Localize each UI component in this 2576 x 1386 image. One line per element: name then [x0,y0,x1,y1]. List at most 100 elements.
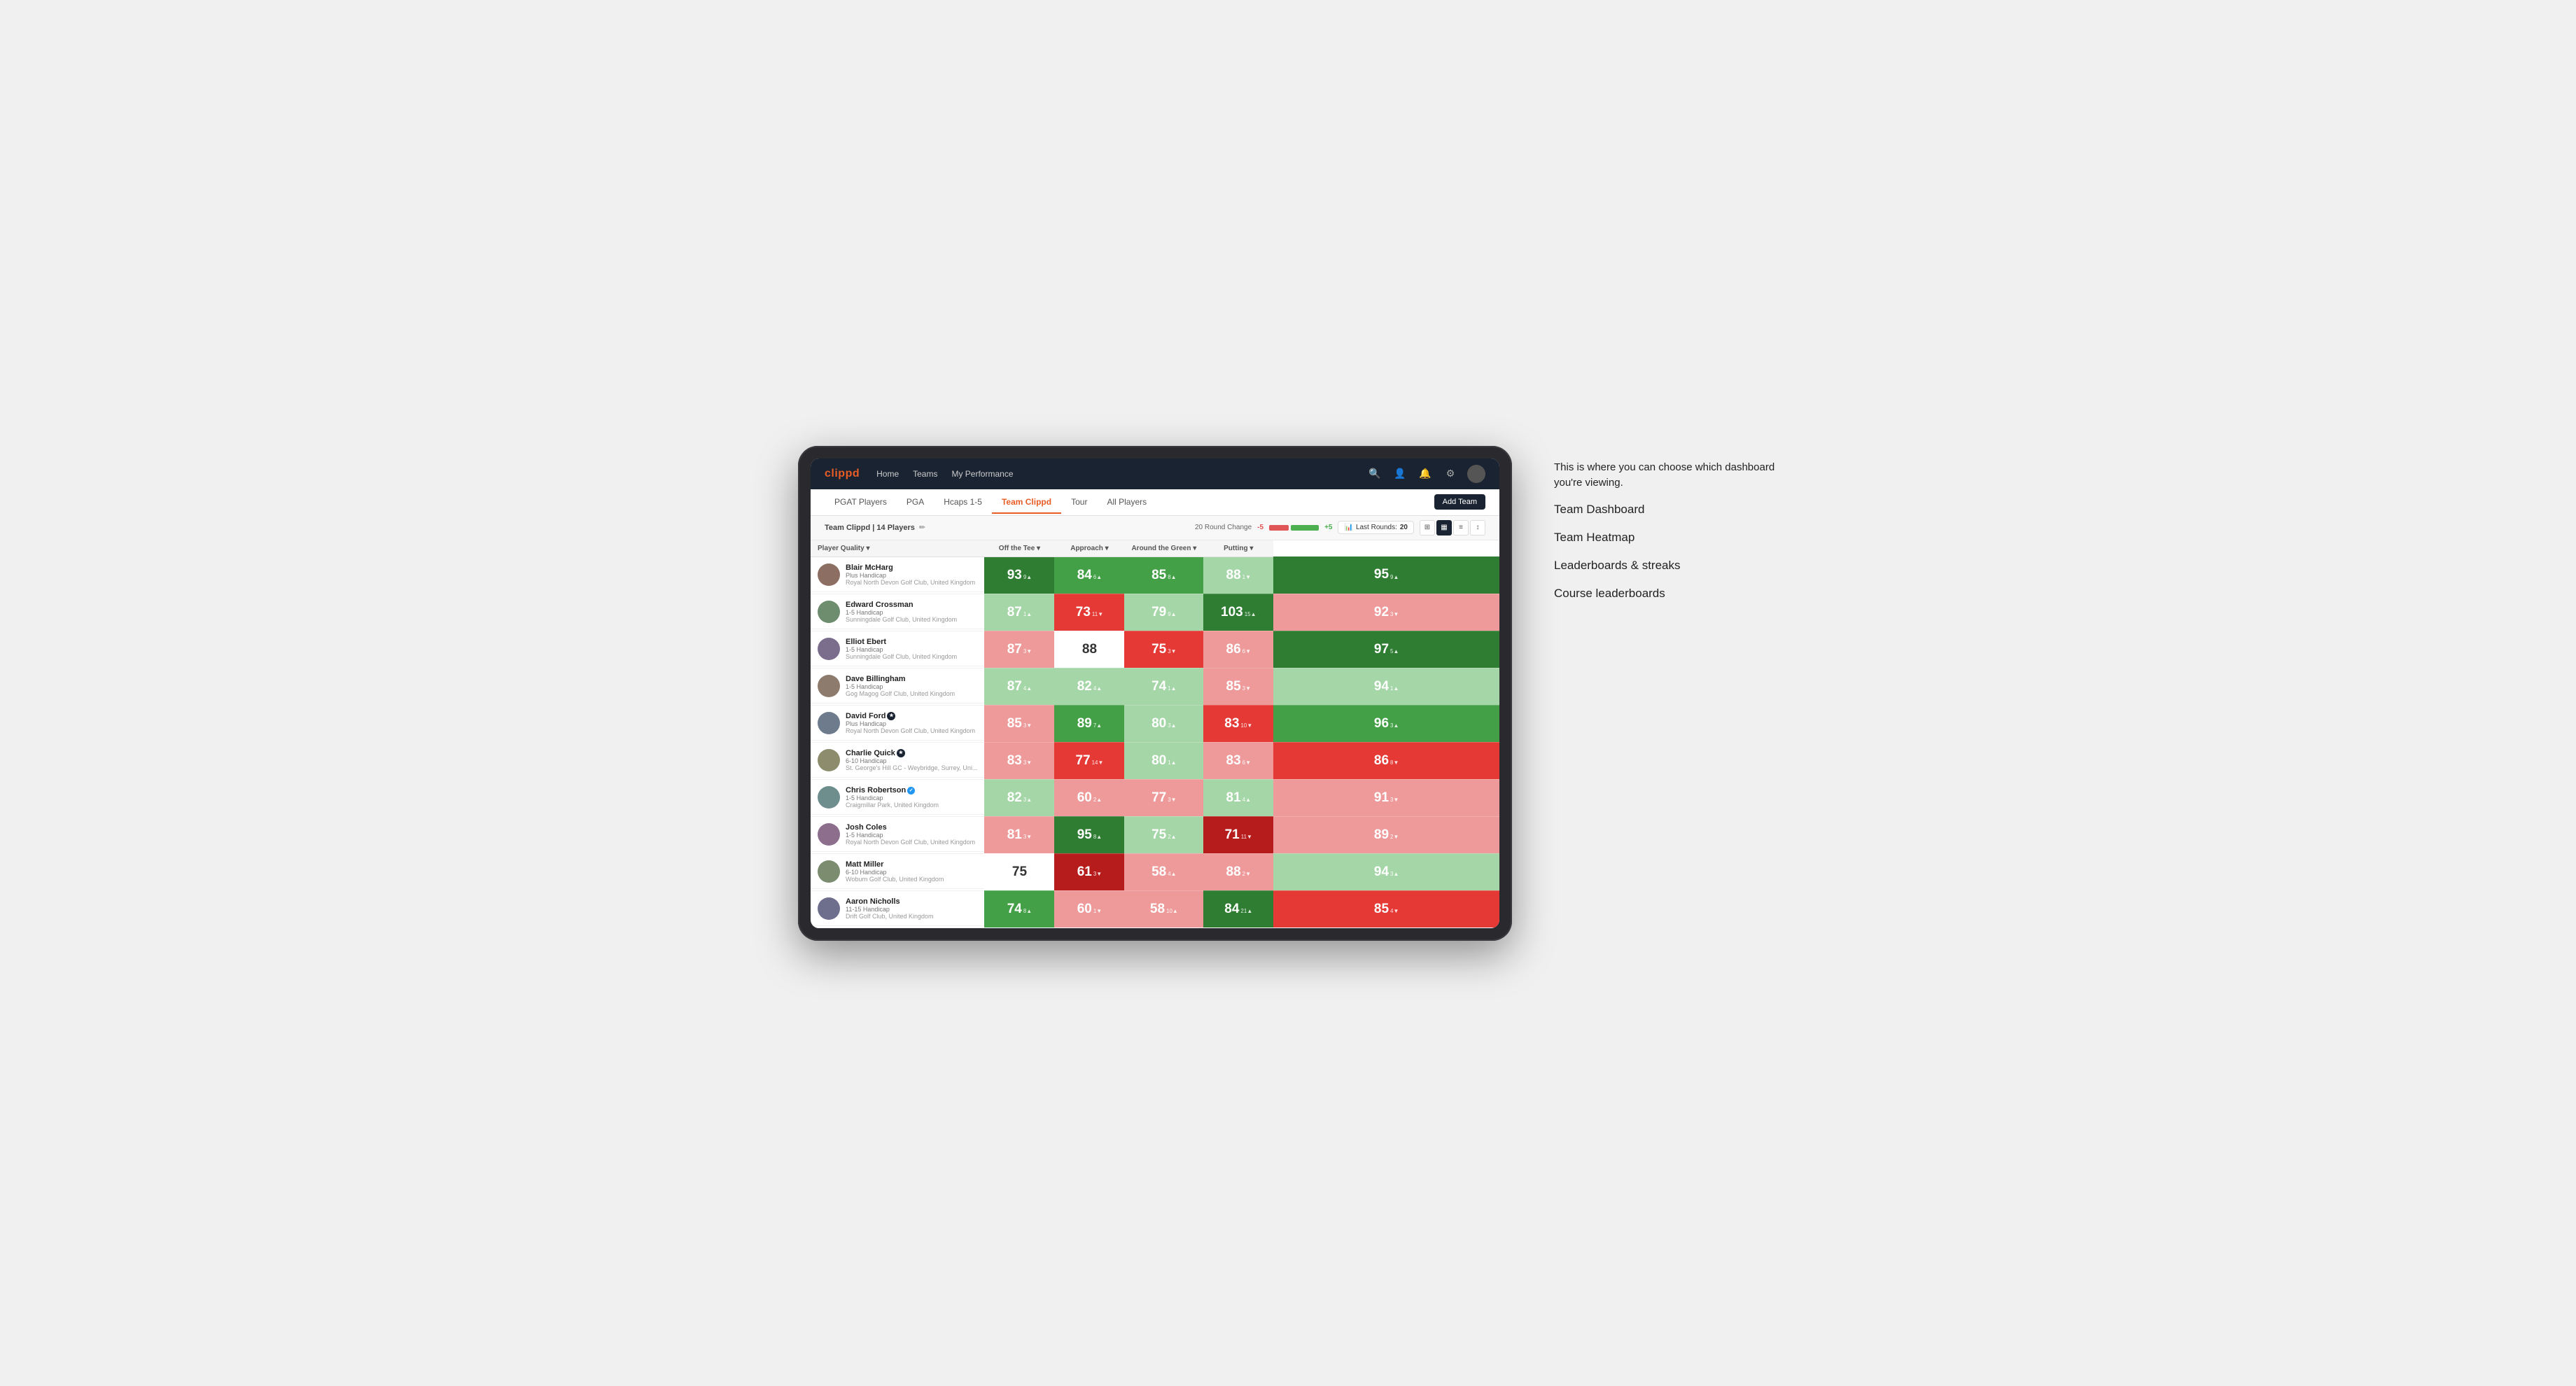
col-player[interactable]: Player Quality ▾ [811,540,984,557]
tab-hcaps[interactable]: Hcaps 1-5 [934,491,992,514]
table-row[interactable]: Charlie Quick★ 6-10 Handicap St. George'… [811,742,1499,779]
tab-all-players[interactable]: All Players [1097,491,1156,514]
stat-cell: 74 1▲ [1124,668,1203,705]
stat-cell: 85 3▼ [984,705,1054,742]
stat-cell: 75 3▼ [1124,631,1203,668]
stat-value: 84 [1224,902,1239,917]
stat-change: 3▼ [1023,760,1032,766]
stat-value: 88 [1082,642,1097,657]
settings-icon[interactable]: ⚙ [1442,465,1459,482]
col-off-tee[interactable]: Off the Tee ▾ [984,540,1054,557]
stat-cell: 75 [984,853,1054,890]
last-rounds-button[interactable]: 📊 Last Rounds: 20 [1338,521,1414,534]
annotation-item-3: Course leaderboards [1554,587,1778,601]
view-list-button[interactable]: ≡ [1453,520,1469,536]
stat-inner: 75 3▼ [1124,631,1203,668]
stat-change: 9▲ [1168,611,1176,617]
stat-change: 3▼ [1023,834,1032,840]
nav-home[interactable]: Home [876,466,899,482]
table-row[interactable]: Edward Crossman 1-5 Handicap Sunningdale… [811,594,1499,631]
stat-change: 3▼ [1390,797,1399,803]
notifications-icon[interactable]: 🔔 [1417,465,1434,482]
table-row[interactable]: Blair McHarg Plus Handicap Royal North D… [811,556,1499,594]
table-row[interactable]: Chris Robertson✓ 1-5 Handicap Craigmilla… [811,779,1499,816]
tab-tour[interactable]: Tour [1061,491,1097,514]
stat-inner: 86 6▼ [1203,631,1273,668]
subnav: PGAT Players PGA Hcaps 1-5 Team Clippd T… [811,489,1499,516]
search-icon[interactable]: 🔍 [1366,465,1383,482]
stat-inner: 84 21▲ [1203,891,1273,927]
table-row[interactable]: David Ford★ Plus Handicap Royal North De… [811,705,1499,742]
player-name: Elliot Ebert [846,638,977,646]
stat-cell: 83 3▼ [984,742,1054,779]
stat-cell: 94 3▲ [1273,853,1499,890]
stat-cell: 73 11▼ [1054,594,1124,631]
stat-change: 3▼ [1093,871,1102,877]
player-cell: Aaron Nicholls 11-15 Handicap Drift Golf… [811,890,984,927]
player-handicap: Plus Handicap [846,720,977,727]
stat-cell: 91 3▼ [1273,779,1499,816]
add-team-button[interactable]: Add Team [1434,494,1485,510]
player-handicap: 6-10 Handicap [846,869,977,876]
col-approach[interactable]: Approach ▾ [1054,540,1124,557]
col-around-green[interactable]: Around the Green ▾ [1124,540,1203,557]
stat-cell: 88 [1054,631,1124,668]
stat-inner: 89 2▼ [1273,817,1499,853]
player-avatar [818,823,840,846]
edit-icon[interactable]: ✏ [919,523,925,532]
table-row[interactable]: Josh Coles 1-5 Handicap Royal North Devo… [811,816,1499,853]
tab-pgat-players[interactable]: PGAT Players [825,491,897,514]
stat-value: 91 [1374,790,1389,806]
nav-teams[interactable]: Teams [913,466,937,482]
stat-change: 7▲ [1093,722,1102,729]
table-row[interactable]: Elliot Ebert 1-5 Handicap Sunningdale Go… [811,631,1499,668]
stat-value: 94 [1374,679,1389,694]
player-info: Dave Billingham 1-5 Handicap Gog Magog G… [846,675,977,697]
stat-cell: 77 14▼ [1054,742,1124,779]
negative-bar [1269,525,1289,531]
positive-bar [1291,525,1319,531]
tab-pga[interactable]: PGA [897,491,934,514]
col-putting[interactable]: Putting ▾ [1203,540,1273,557]
stat-inner: 75 2▲ [1124,817,1203,853]
stat-inner: 87 3▼ [984,631,1054,668]
tab-team-clippd[interactable]: Team Clippd [992,491,1061,514]
stat-cell: 95 8▲ [1054,816,1124,853]
table-row[interactable]: Dave Billingham 1-5 Handicap Gog Magog G… [811,668,1499,705]
table-row[interactable]: Matt Miller 6-10 Handicap Woburn Golf Cl… [811,853,1499,890]
stat-value: 75 [1012,864,1027,880]
stat-cell: 80 3▲ [1124,705,1203,742]
logo[interactable]: clippd [825,468,860,480]
stat-inner: 95 9▲ [1273,556,1499,593]
stat-inner: 95 8▲ [1054,817,1124,853]
view-heatmap-button[interactable]: ▦ [1436,520,1452,536]
stat-change: 1▲ [1390,685,1399,692]
change-negative: -5 [1257,524,1264,531]
stat-change: 10▼ [1240,722,1252,729]
stat-value: 75 [1152,642,1166,657]
stat-inner: 74 1▲ [1124,668,1203,705]
player-cell: Charlie Quick★ 6-10 Handicap St. George'… [811,742,984,779]
stat-value: 89 [1077,716,1092,732]
stat-inner: 88 1▼ [1203,557,1273,594]
view-icons: ⊞ ▦ ≡ ↕ [1420,520,1485,536]
player-club: Craigmillar Park, United Kingdom [846,802,977,808]
nav-performance[interactable]: My Performance [951,466,1013,482]
stat-cell: 71 11▼ [1203,816,1273,853]
stat-inner: 87 1▲ [984,594,1054,631]
stat-inner: 80 3▲ [1124,706,1203,742]
view-expand-button[interactable]: ↕ [1470,520,1485,536]
stat-change: 3▼ [1390,611,1399,617]
player-handicap: 11-15 Handicap [846,906,977,913]
avatar[interactable] [1467,465,1485,483]
badge-icon: ★ [887,712,895,720]
stat-change: 3▲ [1168,722,1176,729]
stat-change: 10▲ [1166,908,1178,914]
stat-cell: 85 8▲ [1124,556,1203,594]
stat-cell: 80 1▲ [1124,742,1203,779]
table-row[interactable]: Aaron Nicholls 11-15 Handicap Drift Golf… [811,890,1499,927]
user-icon[interactable]: 👤 [1392,465,1408,482]
view-grid-button[interactable]: ⊞ [1420,520,1435,536]
stat-change: 11▼ [1241,834,1252,840]
stat-value: 94 [1374,864,1389,880]
